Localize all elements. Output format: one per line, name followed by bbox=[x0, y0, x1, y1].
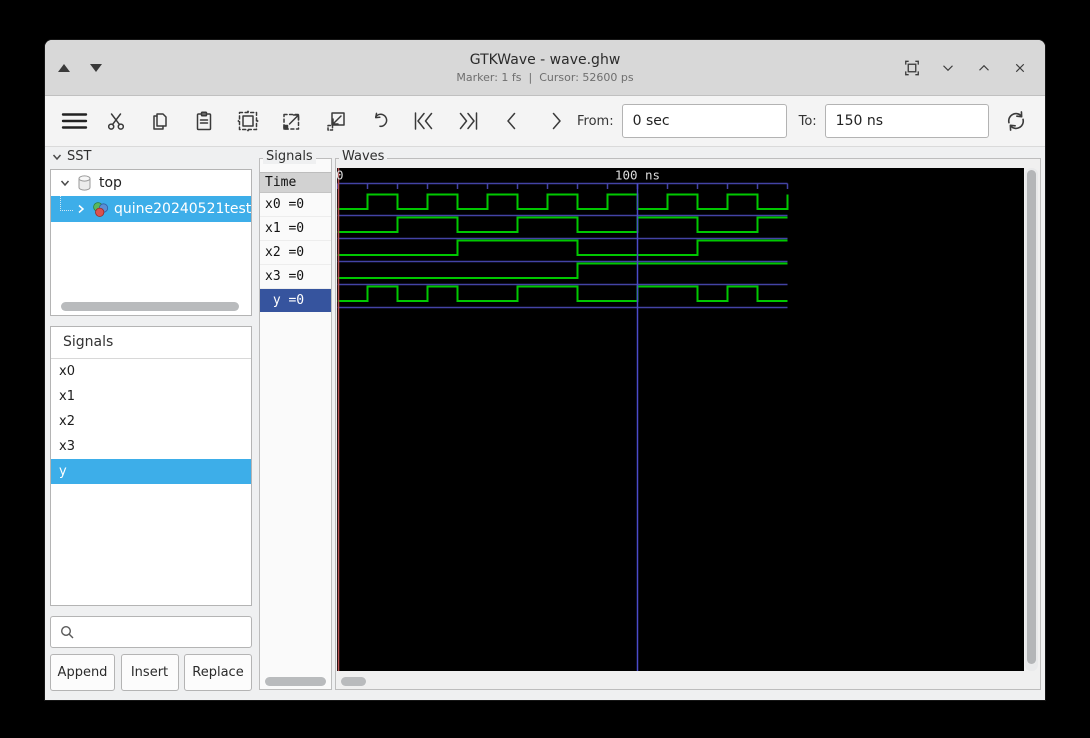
go-previous-icon[interactable] bbox=[497, 104, 527, 138]
timescale-major-label: 100 ns bbox=[615, 168, 660, 183]
wave-x2 bbox=[337, 239, 788, 256]
copy-icon[interactable] bbox=[145, 104, 175, 138]
tree-item-label: quine20240521testbench bbox=[114, 201, 251, 217]
waves-panel: 0 100 ns bbox=[335, 158, 1041, 690]
maximize-icon[interactable] bbox=[973, 57, 995, 79]
timescale-origin-label: 0 bbox=[337, 168, 344, 183]
toolbar: From: To: bbox=[45, 96, 1045, 147]
waves-vscrollbar-thumb[interactable] bbox=[1027, 170, 1036, 664]
go-next-icon[interactable] bbox=[541, 104, 571, 138]
tree-guide-line bbox=[60, 196, 73, 211]
zoom-in-icon[interactable] bbox=[277, 104, 307, 138]
from-label: From: bbox=[577, 113, 614, 129]
signal-list-item-selected[interactable]: y bbox=[51, 459, 251, 484]
cursor-status: Cursor: 52600 ps bbox=[539, 70, 634, 84]
window-title: GTKWave - wave.ghw bbox=[469, 51, 621, 68]
go-last-icon[interactable] bbox=[453, 104, 483, 138]
signals-list-header: Signals bbox=[51, 327, 251, 359]
tree-item-top[interactable]: top bbox=[51, 170, 251, 196]
time-header[interactable]: Time bbox=[260, 172, 331, 193]
signals-list-panel: Signals x0 x1 x2 x3 y bbox=[50, 326, 252, 606]
tree-hscrollbar[interactable] bbox=[61, 302, 239, 311]
titlebar[interactable]: GTKWave - wave.ghw Marker: 1 fs | Cursor… bbox=[45, 40, 1045, 96]
signal-list-item[interactable]: x3 bbox=[51, 434, 251, 459]
insert-button[interactable]: Insert bbox=[120, 654, 179, 691]
wave-x3 bbox=[337, 262, 788, 279]
wave-x0 bbox=[337, 193, 789, 210]
wave-signal-name[interactable]: x1 =0 bbox=[260, 217, 331, 241]
status-separator: | bbox=[528, 70, 533, 84]
wave-signal-name[interactable]: x0 =0 bbox=[260, 193, 331, 217]
sst-label: SST bbox=[67, 149, 92, 164]
to-label: To: bbox=[798, 113, 817, 129]
reload-icon[interactable] bbox=[1001, 104, 1031, 138]
scope-icon bbox=[78, 175, 91, 191]
wave-x1 bbox=[337, 216, 788, 233]
close-icon[interactable] bbox=[1009, 57, 1031, 79]
sst-tree: top quine20240521testbench bbox=[50, 169, 252, 316]
wave-y bbox=[337, 285, 788, 302]
search-icon bbox=[60, 625, 74, 639]
signal-list-item[interactable]: x1 bbox=[51, 384, 251, 409]
from-input[interactable] bbox=[621, 104, 787, 138]
marker-status: Marker: 1 fs bbox=[456, 70, 522, 84]
wave-signal-name[interactable]: x3 =0 bbox=[260, 265, 331, 289]
expander-down-icon[interactable] bbox=[59, 177, 71, 189]
paste-icon[interactable] bbox=[189, 104, 219, 138]
gtkwave-window: GTKWave - wave.ghw Marker: 1 fs | Cursor… bbox=[45, 40, 1045, 700]
names-hscrollbar[interactable] bbox=[265, 677, 326, 686]
zoom-out-icon[interactable] bbox=[321, 104, 351, 138]
menu-icon[interactable] bbox=[57, 104, 91, 138]
undo-icon[interactable] bbox=[365, 104, 395, 138]
names-panel-legend: Signals bbox=[263, 149, 316, 164]
append-button[interactable]: Append bbox=[50, 654, 115, 691]
tree-item-label: top bbox=[99, 175, 122, 191]
signal-buttons: Append Insert Replace bbox=[50, 654, 252, 691]
desktop: { "window": { "title": "GTKWave - wave.g… bbox=[0, 0, 1090, 738]
zoom-fit-icon[interactable] bbox=[233, 104, 263, 138]
signal-search-field[interactable] bbox=[50, 616, 252, 648]
wave-signal-name-selected[interactable]: y =0 bbox=[260, 289, 331, 312]
module-icon bbox=[93, 201, 109, 217]
minimize-icon[interactable] bbox=[937, 57, 959, 79]
waves-vscrollbar[interactable] bbox=[1025, 168, 1038, 671]
sst-header[interactable]: SST bbox=[51, 149, 91, 164]
signal-list-item[interactable]: x2 bbox=[51, 409, 251, 434]
tree-item-testbench[interactable]: quine20240521testbench bbox=[51, 196, 251, 222]
to-input[interactable] bbox=[824, 104, 989, 138]
names-panel: Time x0 =0 x1 =0 x2 =0 x3 =0 y =0 bbox=[259, 158, 332, 690]
fullscreen-icon[interactable] bbox=[901, 57, 923, 79]
signal-list-item[interactable]: x0 bbox=[51, 359, 251, 384]
waveform-svg: 0 100 ns bbox=[336, 168, 789, 671]
replace-button[interactable]: Replace bbox=[184, 654, 252, 691]
wave-signal-name[interactable]: x2 =0 bbox=[260, 241, 331, 265]
status-line: Marker: 1 fs | Cursor: 52600 ps bbox=[456, 71, 633, 84]
waves-panel-legend: Waves bbox=[339, 149, 388, 164]
chevron-down-icon bbox=[52, 154, 62, 160]
waves-hscrollbar[interactable] bbox=[341, 677, 366, 686]
waveform-canvas[interactable]: 0 100 ns bbox=[336, 168, 1024, 671]
expander-right-icon[interactable] bbox=[75, 203, 87, 215]
go-first-icon[interactable] bbox=[409, 104, 439, 138]
cut-icon[interactable] bbox=[101, 104, 131, 138]
